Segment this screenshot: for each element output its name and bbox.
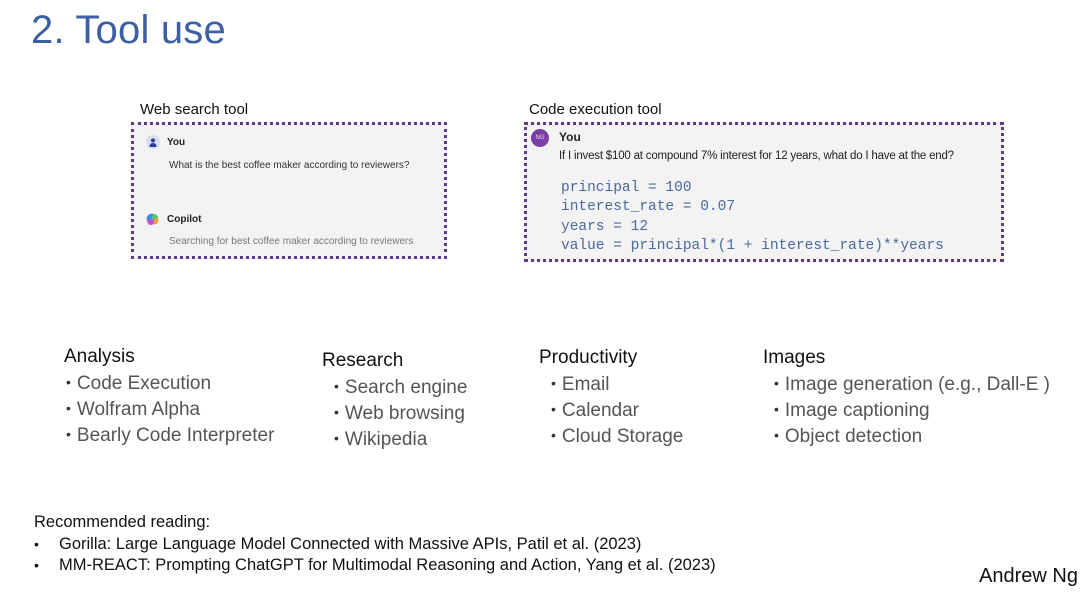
category-title: Analysis <box>64 346 135 367</box>
bullet-icon: • <box>34 536 39 552</box>
bullet-icon: • <box>551 427 556 443</box>
list-item-label: Cloud Storage <box>561 426 684 447</box>
bullet-icon: • <box>34 557 39 573</box>
user-avatar-icon <box>146 135 160 149</box>
recommended-reading-heading: Recommended reading: <box>34 513 211 531</box>
reading-item-label: MM-REACT: Prompting ChatGPT for Multimod… <box>59 556 716 574</box>
bullet-icon: • <box>551 401 556 417</box>
bullet-icon: • <box>551 375 556 391</box>
bullet-icon: • <box>66 400 71 416</box>
list-item-label: Wolfram Alpha <box>76 399 201 420</box>
slide-title: 2. Tool use <box>31 8 226 52</box>
bullet-icon: • <box>774 401 779 417</box>
list-item-label: Image generation (e.g., Dall-E ) <box>784 374 1050 395</box>
list-item-label: Bearly Code Interpreter <box>76 425 275 446</box>
code-block: principal = 100 interest_rate = 0.07 yea… <box>561 179 944 256</box>
bullet-icon: • <box>334 430 339 446</box>
user-name: You <box>167 136 186 148</box>
copilot-name: Copilot <box>167 214 202 225</box>
user-avatar: NG <box>531 129 549 147</box>
code-line: principal = 100 <box>561 180 692 196</box>
reading-item-label: Gorilla: Large Language Model Connected … <box>59 535 642 553</box>
list-item-label: Object detection <box>784 426 923 447</box>
list-item-label: Search engine <box>344 377 468 398</box>
user-message: What is the best coffee maker according … <box>169 160 410 171</box>
code-line: value = principal*(1 + interest_rate)**y… <box>561 237 944 254</box>
category-research: Research • Search engine • Web browsing • W… <box>322 350 467 452</box>
bullet-icon: • <box>774 427 779 443</box>
list-item: • Search engine <box>322 374 467 400</box>
bullet-icon: • <box>66 426 71 442</box>
recommended-reading: Recommended reading: • Gorilla: Large La… <box>34 513 716 576</box>
copilot-logo-icon <box>145 212 160 227</box>
list-item: • Wikipedia <box>322 426 467 452</box>
bullet-icon: • <box>334 378 339 394</box>
list-item-label: Calendar <box>561 400 640 421</box>
list-item: • Email <box>539 371 683 397</box>
code-line: interest_rate = 0.07 <box>561 199 736 216</box>
list-item: • Code Execution <box>64 370 274 396</box>
list-item: • Cloud Storage <box>539 423 683 449</box>
list-item-label: Code Execution <box>76 373 212 394</box>
bullet-icon: • <box>774 375 779 391</box>
code-execution-chat-panel: NG You If I invest $100 at compound 7% i… <box>524 122 1004 262</box>
bullet-icon: • <box>66 374 71 390</box>
category-title: Research <box>322 350 404 371</box>
list-item: • Image captioning <box>763 397 1050 423</box>
copilot-message-header: Copilot <box>145 212 201 227</box>
copilot-status: Searching for best coffee maker accordin… <box>169 236 414 247</box>
web-search-chat-panel: You What is the best coffee maker accord… <box>131 122 447 259</box>
category-images: Images • Image generation (e.g., Dall-E )… <box>763 347 1050 449</box>
bullet-icon: • <box>334 404 339 420</box>
list-item: • Bearly Code Interpreter <box>64 422 274 448</box>
category-productivity: Productivity • Email • Calendar • Cloud Sto… <box>539 347 683 449</box>
list-item-label: Wikipedia <box>344 429 428 450</box>
code-line: years = 12 <box>561 218 649 235</box>
code-execution-tool-label: Code execution tool <box>529 101 662 118</box>
user-name: You <box>559 130 581 144</box>
list-item: • Wolfram Alpha <box>64 396 274 422</box>
category-analysis: Analysis • Code Execution • Wolfram Alpha … <box>64 346 274 448</box>
list-item-label: Image captioning <box>784 400 930 421</box>
list-item: • Web browsing <box>322 400 467 426</box>
user-message: If I invest $100 at compound 7% interest… <box>559 150 954 162</box>
web-search-tool-label: Web search tool <box>140 101 249 118</box>
list-item-label: Email <box>561 374 610 395</box>
reading-item: • MM-REACT: Prompting ChatGPT for Multim… <box>34 555 716 576</box>
author-name: Andrew Ng <box>979 565 1078 587</box>
list-item: • Image generation (e.g., Dall-E ) <box>763 371 1050 397</box>
list-item: • Calendar <box>539 397 683 423</box>
list-item-label: Web browsing <box>344 403 465 424</box>
reading-item: • Gorilla: Large Language Model Connecte… <box>34 534 716 555</box>
user-message-header: You <box>146 135 185 149</box>
list-item: • Object detection <box>763 423 1050 449</box>
category-title: Productivity <box>539 347 638 368</box>
category-title: Images <box>763 347 826 368</box>
